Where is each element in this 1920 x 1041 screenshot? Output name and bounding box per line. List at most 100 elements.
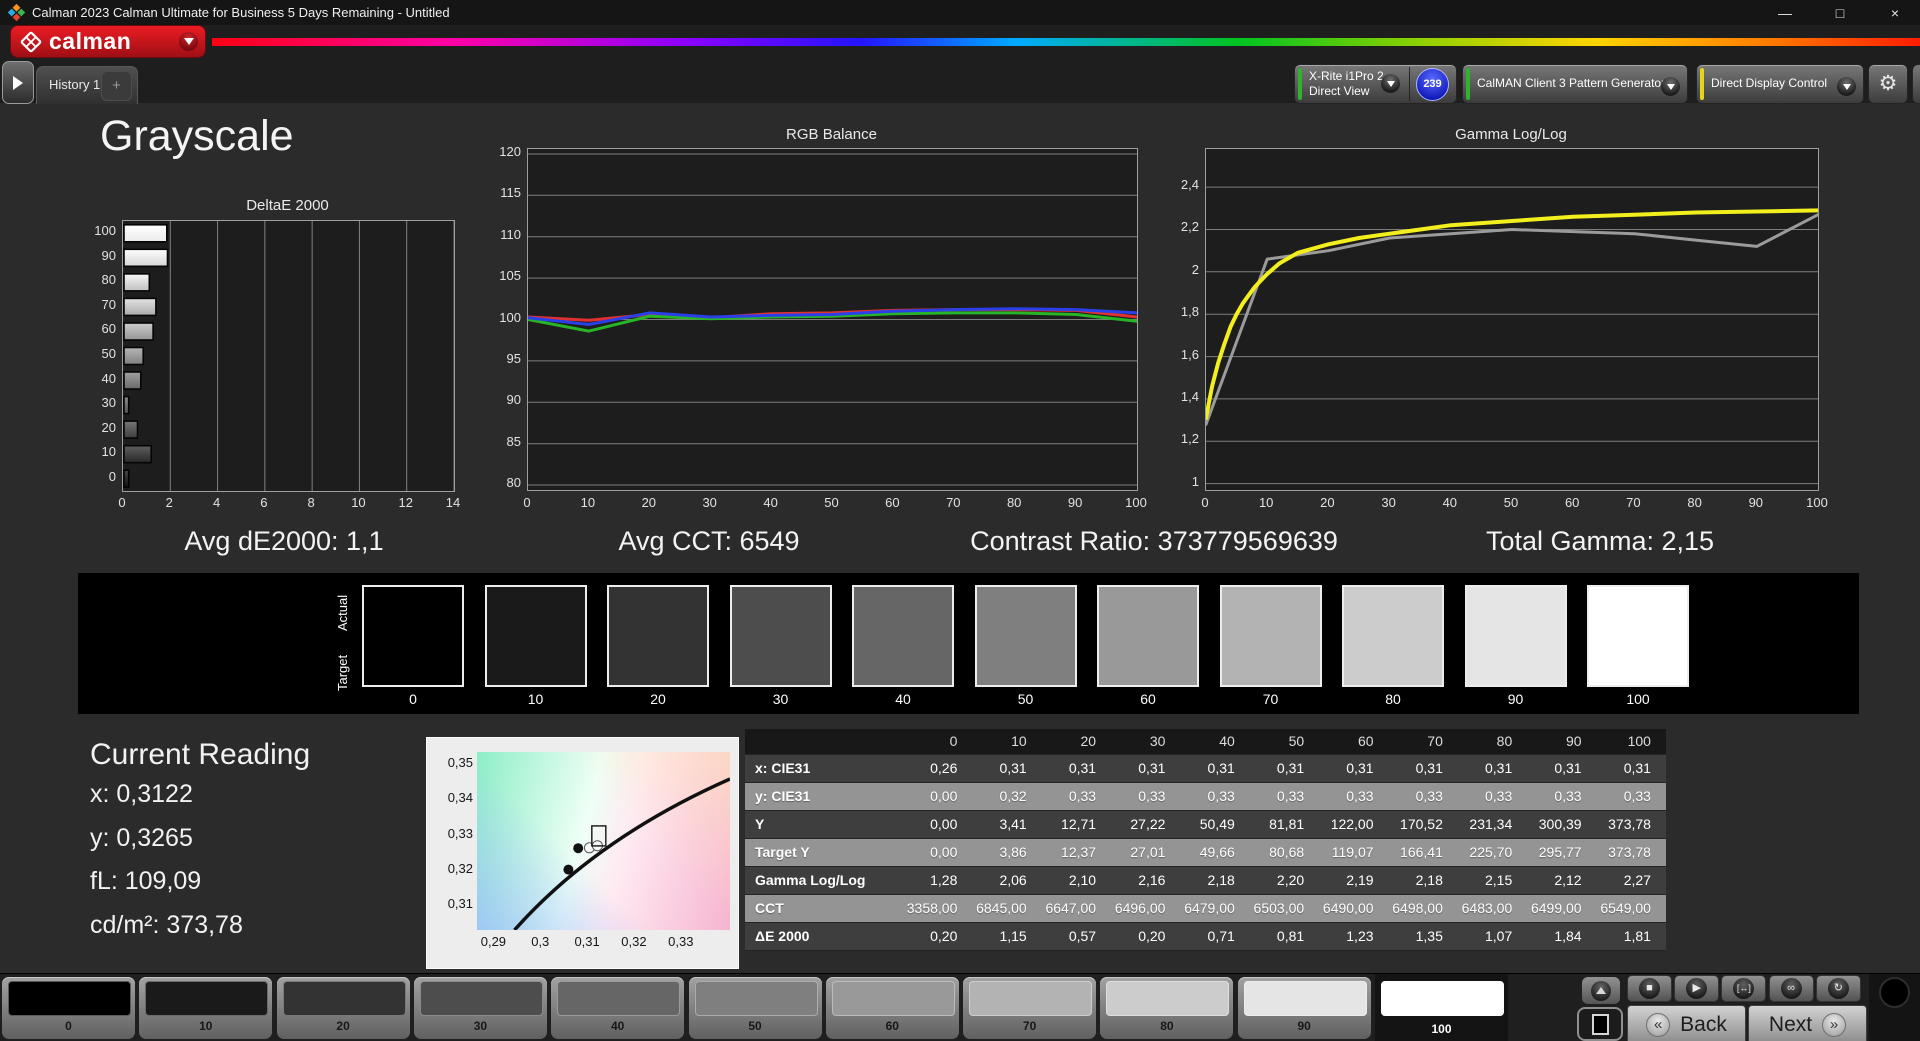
gamma-x-axis: 0 10 20 30 40 50 60 70 80 90 100: [1201, 495, 1827, 513]
swatch-label: 50: [1017, 691, 1034, 707]
axis-tick-label: 50: [824, 495, 839, 510]
swatch-label: 80: [1385, 691, 1401, 707]
table-cell: 300,39: [1538, 816, 1582, 832]
deltae-chart: [122, 220, 455, 492]
pattern-tile-30[interactable]: 30: [413, 977, 547, 1039]
table-column-header: 0: [949, 733, 958, 749]
close-icon[interactable]: ×: [1884, 5, 1906, 21]
meter-count-badge[interactable]: 239: [1416, 68, 1449, 101]
axis-tick-label: 20: [641, 495, 657, 510]
meter-status-bar: [1298, 68, 1302, 100]
stat-avg-cct: Avg CCT: 6549: [618, 526, 800, 556]
axis-tick-label: 60: [1564, 495, 1580, 510]
pattern-tile-100[interactable]: 100: [1375, 974, 1508, 1041]
pattern-tile-50[interactable]: 50: [688, 977, 822, 1039]
axis-tick-label: 0,29: [480, 934, 507, 949]
refresh-button[interactable]: ↻: [1815, 975, 1861, 1002]
layout-nav-arrow-button[interactable]: [2, 61, 34, 104]
axis-tick-label: 115: [500, 185, 521, 201]
axis-tick-label: 10: [351, 495, 366, 510]
table-cell: 0,20: [930, 928, 958, 944]
table-cell: 6845,00: [976, 900, 1027, 916]
pattern-tile-10[interactable]: 10: [139, 977, 273, 1039]
grayscale-swatch-100: [1587, 585, 1689, 687]
pattern-window-button[interactable]: [1577, 1007, 1623, 1041]
stat-avg-de2000: Avg dE2000: 1,1: [184, 526, 384, 556]
table-cell: 170,52: [1400, 816, 1443, 832]
play-button[interactable]: ▶: [1674, 975, 1720, 1002]
menu-caret-icon[interactable]: [179, 32, 198, 51]
pattern-window-icon: [1591, 1013, 1609, 1035]
stop-button[interactable]: ■: [1627, 975, 1672, 1002]
restore-icon[interactable]: □: [1829, 5, 1851, 21]
table-cell: 0,31: [1068, 760, 1097, 776]
pattern-generator-dropdown[interactable]: CalMAN Client 3 Pattern Generator: [1462, 64, 1688, 104]
display-control-dropdown[interactable]: Direct Display Control: [1696, 64, 1864, 104]
pattern-tile-70[interactable]: 70: [963, 977, 1097, 1039]
axis-tick-label: 0,32: [447, 860, 473, 876]
table-row: CCT 3358,00 6845,00 6647,00 6496,00 6479,00 65…: [745, 895, 1666, 923]
rgb-y-axis: 80 85 90 95 100 105 110 115 120: [487, 144, 521, 490]
pattern-tile-60[interactable]: 60: [825, 977, 959, 1039]
grayscale-swatch-10: [484, 585, 587, 687]
axis-tick-label: 0,3: [531, 934, 550, 949]
arrow-up-icon: [1596, 987, 1606, 994]
axis-tick-label: 50: [101, 346, 116, 361]
collapse-panel-button[interactable]: [1912, 64, 1920, 104]
table-cell: 3,41: [999, 816, 1027, 832]
pattern-swatch: [1243, 981, 1367, 1016]
pattern-tile-80[interactable]: 80: [1100, 977, 1234, 1039]
pattern-tile-0[interactable]: 0: [2, 977, 135, 1039]
axis-tick-label: 110: [500, 226, 521, 242]
pattern-tile-90[interactable]: 90: [1237, 977, 1371, 1039]
table-cell: 0,81: [1276, 928, 1305, 944]
calman-diamond-icon: [20, 31, 42, 52]
pattern-tile-40[interactable]: 40: [551, 977, 685, 1039]
table-column-header: 40: [1219, 733, 1235, 749]
back-button[interactable]: « Back: [1627, 1005, 1746, 1041]
table-cell: 122,00: [1330, 816, 1374, 832]
table-column-header: 70: [1427, 733, 1443, 749]
table-cell: 2,18: [1415, 872, 1443, 888]
tab-history-1[interactable]: History 1 +: [36, 66, 138, 104]
pattern-swatch: [1381, 981, 1504, 1016]
table-row-label: Y: [755, 816, 765, 832]
interval-button[interactable]: [↔]: [1721, 975, 1767, 1002]
pattern-bar-expand-button[interactable]: [1582, 977, 1620, 1004]
calman-menu-button[interactable]: calman: [10, 25, 206, 58]
table-row-label: CCT: [755, 900, 784, 916]
gear-icon[interactable]: ⚙: [1868, 64, 1908, 104]
axis-tick-label: 0,34: [447, 790, 473, 806]
table-cell: 6479,00: [1184, 900, 1235, 916]
table-cell: 0,33: [1068, 788, 1097, 804]
table-cell: 6490,00: [1322, 900, 1374, 916]
axis-tick-label: 30: [702, 495, 717, 510]
table-cell: 6549,00: [1600, 900, 1651, 916]
infinite-loop-button[interactable]: ∞: [1768, 975, 1814, 1002]
rainbow-strip: [212, 38, 1920, 46]
swatch-row-label-actual: Actual: [335, 594, 350, 632]
table-cell: 80,68: [1269, 844, 1305, 860]
swatch-label: 60: [1140, 691, 1156, 707]
pattern-tile-label: 10: [199, 1019, 213, 1033]
next-label: Next: [1768, 1013, 1813, 1036]
table-cell: 2,06: [999, 872, 1027, 888]
next-button[interactable]: Next »: [1748, 1005, 1867, 1041]
table-row-label: Gamma Log/Log: [755, 872, 866, 888]
axis-tick-label: 2: [1191, 261, 1199, 277]
axis-tick-label: 14: [445, 495, 461, 510]
back-label: Back: [1680, 1013, 1727, 1036]
table-cell: 0,31: [1276, 760, 1305, 776]
pattern-tile-20[interactable]: 20: [276, 977, 410, 1039]
pattern-swatch: [145, 981, 269, 1016]
window-title: Calman 2023 Calman Ultimate for Business…: [32, 5, 450, 20]
minimize-icon[interactable]: —: [1774, 5, 1796, 21]
swatch-label: 40: [895, 691, 911, 707]
table-column-header: 100: [1627, 733, 1651, 749]
table-cell: 0,20: [1138, 928, 1166, 944]
add-tab-button[interactable]: +: [101, 71, 132, 101]
meter-dropdown[interactable]: X-Rite i1Pro 2 Direct View 239: [1294, 64, 1457, 104]
calman-window-icon: [8, 4, 25, 21]
table-cell: 0,31: [1623, 760, 1651, 776]
table-cell: 1,84: [1554, 928, 1582, 944]
